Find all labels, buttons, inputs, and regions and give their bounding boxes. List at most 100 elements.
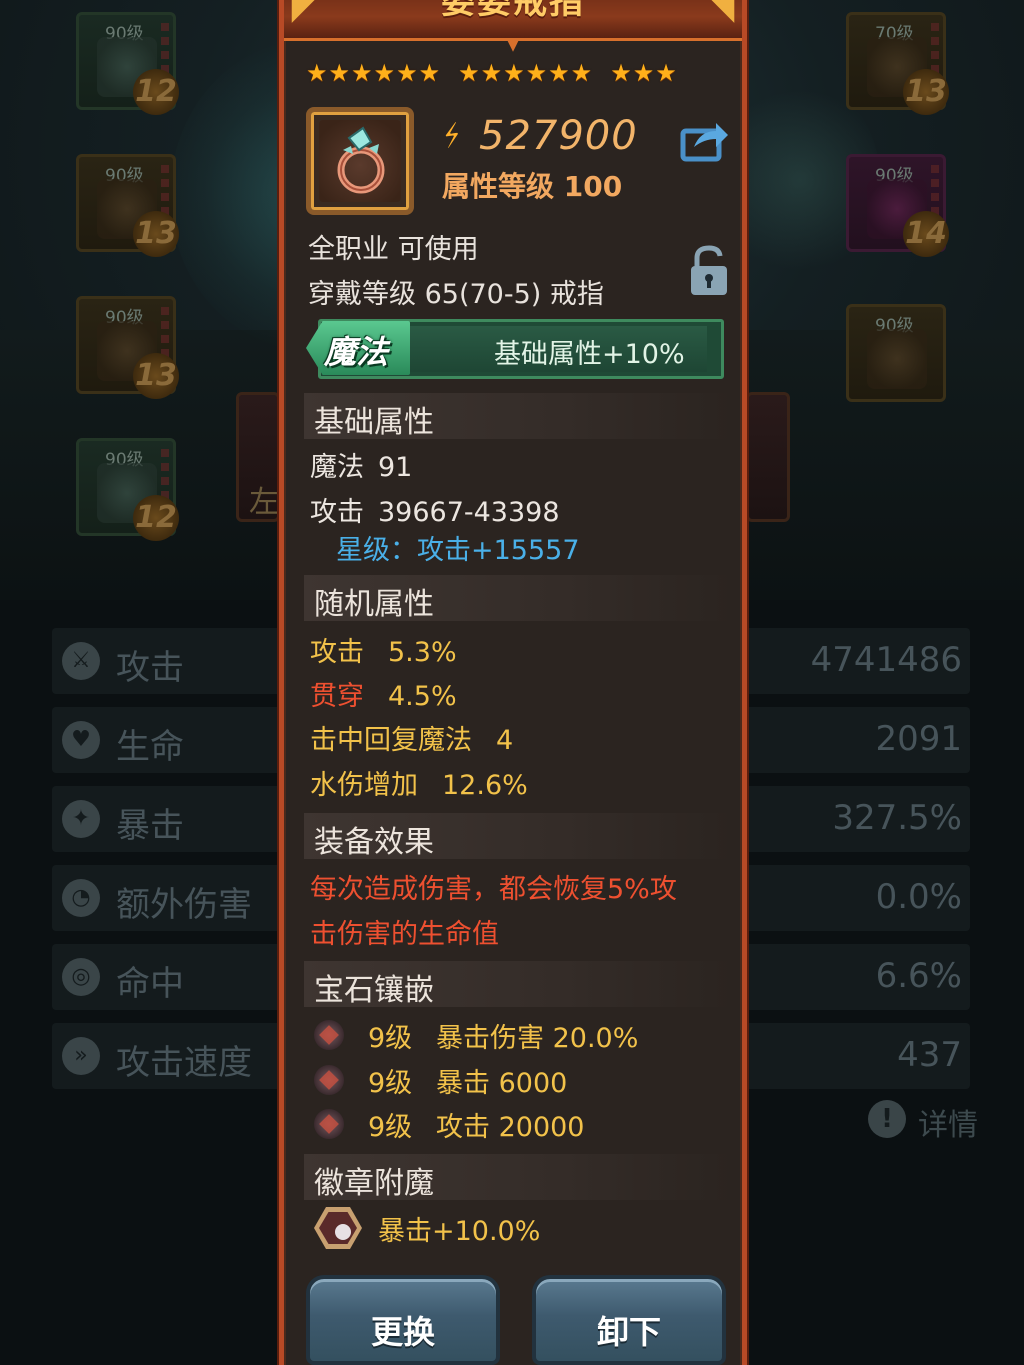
item-detail-panel: ◤ ◥ 娄娄戒指 ▼ ★ ★ ★ ★ ★ ★ ★ ★ ★ ★ ★ ★ ★ ★ ★ ⚡ 527900 属性等级… (279, 0, 747, 1365)
left-weapon-card[interactable]: 左 (236, 392, 280, 522)
lock-button[interactable] (688, 245, 730, 297)
star-icon: ★ (373, 59, 396, 87)
badge-icon (314, 1207, 362, 1249)
class-restriction: 全职业 可使用 (308, 234, 479, 265)
stat-value: 327.5% (832, 798, 962, 838)
stat-label: 攻击速度 (116, 1043, 252, 1083)
stat-value: 91 (378, 452, 413, 483)
random-stat-attack: 攻击 5.3% (310, 630, 457, 669)
unequip-label: 卸下 (596, 1313, 661, 1351)
slot-gems (931, 23, 939, 73)
star-icon: ★ (655, 59, 677, 87)
star-icon: ★ (306, 59, 328, 87)
equip-slot-right-1[interactable]: 70级 13 (846, 12, 949, 115)
slot-gems (161, 23, 169, 73)
random-stat-penetration: 贯穿 4.5% (310, 674, 457, 713)
star-group: ★ ★ ★ ★ ★ ★ (458, 57, 592, 93)
equip-slot-left-2[interactable]: 90级 13 (76, 154, 179, 257)
enhance-badge: 12 (133, 69, 179, 115)
slot-gems (161, 449, 169, 499)
star-rating: ★ ★ ★ ★ ★ ★ ★ ★ ★ ★ ★ ★ ★ ★ ★ (306, 57, 677, 93)
banner-notch-icon: ▼ (507, 38, 519, 54)
star-bonus: 星级：攻击+15557 (336, 535, 580, 566)
equip-slot-right-2[interactable]: 90级 14 (846, 154, 949, 257)
base-stat-attack: 攻击 39667-43398 (310, 490, 560, 529)
sword-icon: ⚔ (62, 642, 100, 680)
stat-label: 击中回复魔法 (310, 725, 472, 756)
equip-slot-right-3[interactable]: 90级 (846, 304, 946, 402)
attribute-level: 属性等级 100 (442, 170, 623, 203)
stat-label: 攻击 (116, 648, 184, 688)
stat-value: 5.3% (388, 637, 457, 668)
gem-effect: 暴击伤害 20.0% (436, 1023, 639, 1054)
random-stat-mana-on-hit: 击中回复魔法 4 (310, 718, 513, 757)
section-title: 装备效果 (314, 825, 434, 860)
right-weapon-card[interactable] (746, 392, 790, 522)
section-title: 宝石镶嵌 (314, 973, 434, 1008)
star-icon: ★ (480, 59, 503, 87)
effect-line-1: 每次造成伤害，都会恢复5%攻 (310, 874, 677, 905)
stat-label: 攻击 (310, 637, 364, 668)
slot-gems (931, 165, 939, 215)
section-equipment-effect: 装备效果 (304, 813, 732, 860)
title-banner: ◤ ◥ 娄娄戒指 (284, 0, 742, 41)
gem-level: 9级 (368, 1023, 413, 1054)
stat-value: 12.6% (442, 770, 528, 801)
equip-slot-left-3[interactable]: 90级 13 (76, 296, 179, 399)
left-weapon-label: 左 (249, 485, 279, 520)
star-icon: ★ (351, 59, 373, 87)
stat-label: 暴击 (116, 806, 184, 846)
gem-level: 9级 (368, 1112, 413, 1143)
replace-label: 更换 (370, 1313, 435, 1351)
ring-icon (337, 126, 385, 194)
stat-value: 0.0% (875, 877, 962, 917)
share-button[interactable] (680, 119, 730, 163)
replace-button[interactable]: 更换 (306, 1275, 500, 1365)
stat-label: 攻击 (310, 497, 364, 528)
slot-gems (161, 307, 169, 357)
stat-label: 命中 (116, 964, 184, 1004)
effect-line-2: 击伤害的生命值 (310, 919, 499, 950)
star-icon: ★ (458, 59, 480, 87)
stat-label: 魔法 (310, 452, 364, 483)
section-badge-enchant: 徽章附魔 (304, 1154, 732, 1201)
stat-label: 生命 (116, 727, 184, 767)
gem-icon (314, 1065, 344, 1095)
element-bar: 魔法 基础属性+10% (306, 315, 726, 381)
unequip-button[interactable]: 卸下 (532, 1275, 726, 1365)
element-tag: 魔法 (306, 315, 410, 381)
section-gem-inlay: 宝石镶嵌 (304, 961, 732, 1008)
stat-value: 2091 (875, 719, 962, 759)
star-icon: ★ (570, 59, 593, 87)
stat-label: 水伤增加 (310, 770, 418, 801)
target-icon: ◎ (62, 958, 100, 996)
gem-effect: 攻击 20000 (436, 1112, 585, 1143)
element-name: 魔法 (324, 333, 389, 371)
damage-icon: ◔ (62, 879, 100, 917)
wear-level: 穿戴等级 65(70-5) 戒指 (308, 279, 604, 310)
star-icon: ★ (503, 59, 525, 87)
element-bonus: 基础属性+10% (494, 339, 685, 370)
star-group: ★ ★ ★ ★ ★ ★ (306, 57, 440, 93)
base-stat-magic: 魔法 91 (310, 445, 412, 484)
star-icon: ★ (548, 59, 570, 87)
item-icon-frame (306, 107, 414, 215)
power-icon: ⚡ (436, 116, 469, 157)
slot-gems (161, 165, 169, 215)
equip-slot-left-1[interactable]: 90级 12 (76, 12, 179, 115)
stat-value: 6.6% (875, 956, 962, 996)
stat-value: 4 (496, 725, 514, 756)
section-title: 徽章附魔 (314, 1166, 434, 1201)
badge-effect: 暴击+10.0% (378, 1216, 541, 1247)
star-icon: ★ (328, 59, 351, 87)
enhance-badge: 14 (903, 211, 949, 257)
equip-slot-left-4[interactable]: 90级 12 (76, 438, 179, 541)
speed-icon: » (62, 1037, 100, 1075)
enhance-badge: 13 (133, 353, 179, 399)
stat-label: 额外伤害 (116, 885, 252, 925)
talisman-icon (867, 329, 927, 389)
enhance-badge: 13 (903, 69, 949, 115)
enhance-badge: 13 (133, 211, 179, 257)
section-random-attributes: 随机属性 (304, 575, 732, 622)
star-icon: ★ (525, 59, 548, 87)
